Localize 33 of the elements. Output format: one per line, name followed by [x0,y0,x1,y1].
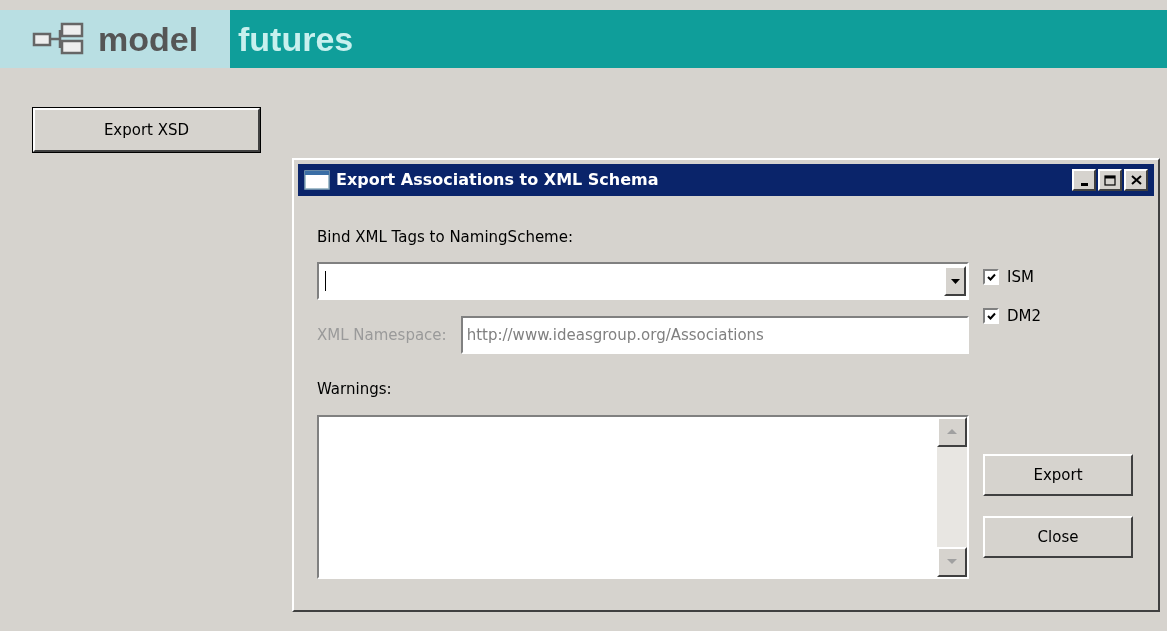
checkbox-box[interactable] [983,308,999,324]
checkbox[interactable]: ISM [983,266,1135,288]
warnings-label: Warnings: [317,379,393,400]
brand-name: futures [238,22,354,56]
dialog-button[interactable]: Export [983,454,1133,496]
checkbox-label: DM2 [1007,305,1042,327]
scroll-up-button[interactable] [937,416,967,447]
window-icon [304,170,330,190]
maximize-button[interactable] [1098,169,1122,191]
export-xsd-button[interactable]: Export XSD [33,108,260,152]
dropdown-arrow-button[interactable] [944,266,966,296]
checkbox[interactable]: DM2 [983,305,1135,327]
checkmark-icon [986,311,996,321]
checkbox-box[interactable] [983,269,999,285]
window-title: Export Associations to XML Schema [336,169,660,191]
maximize-icon [1104,174,1116,186]
caret-icon [950,278,960,284]
naming-scheme-label: Bind XML Tags to NamingScheme: [317,227,575,248]
checkmark-icon [986,272,996,282]
text-cursor [325,271,326,291]
checkbox-label: ISM [1007,266,1034,288]
minimize-button[interactable] [1072,169,1096,191]
close-button[interactable] [1124,169,1148,191]
scrollbar[interactable] [937,416,967,577]
up-arrow-icon [947,429,957,434]
down-arrow-icon [947,559,957,564]
namespace-label: XML Namespace: [317,324,447,346]
naming-scheme-dropdown[interactable] [317,262,969,300]
brand-name: model [98,22,199,56]
scroll-down-button[interactable] [937,546,967,577]
minimize-icon [1080,182,1088,186]
dialog-button[interactable]: Close [983,516,1133,558]
close-icon [1130,175,1142,185]
